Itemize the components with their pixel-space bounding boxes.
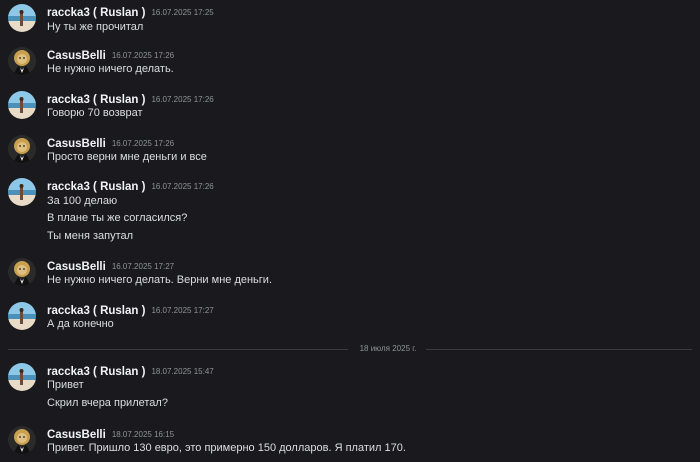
message-text: Говорю 70 возврат [47,107,143,119]
message-header: raccka3 ( Ruslan ) 16.07.2025 17:25 [47,4,214,20]
divider-rule [8,349,348,350]
message-timestamp: 16.07.2025 17:27 [111,262,175,271]
message-header: raccka3 ( Ruslan ) 16.07.2025 17:26 [47,178,214,194]
avatar-casusbelli[interactable] [8,426,36,454]
date-divider: 18 июля 2025 г. [0,344,700,353]
message-text: Ну ты же прочитал [47,21,144,33]
message-text: Привет. Пришло 130 евро, это примерно 15… [47,442,406,454]
message-text: Не нужно ничего делать. [47,63,174,75]
message-text: Просто верни мне деньги и все [47,151,207,163]
message-text: За 100 делаю [47,195,118,207]
avatar-raccka3[interactable] [8,4,36,32]
message-text: Ты меня запутал [47,230,134,242]
beach-photo-icon [8,4,36,32]
avatar-raccka3[interactable] [8,302,36,330]
message-timestamp: 18.07.2025 16:15 [111,430,175,439]
message-text: Не нужно ничего делать. Верни мне деньги… [47,274,272,286]
beach-photo-icon [8,302,36,330]
message-timestamp: 16.07.2025 17:26 [111,139,175,148]
lion-tuxedo-icon [8,135,36,163]
message-timestamp: 16.07.2025 17:26 [151,182,214,191]
beach-photo-icon [8,91,36,119]
author-name[interactable]: raccka3 ( Ruslan ) [47,181,145,193]
avatar-raccka3[interactable] [8,178,36,206]
message-timestamp: 16.07.2025 17:26 [111,51,175,60]
chat-log: raccka3 ( Ruslan ) 16.07.2025 17:25 Ну ты… [0,0,700,462]
avatar-raccka3[interactable] [8,363,36,391]
lion-tuxedo-icon [8,47,36,75]
message-text: А да конечно [47,318,114,330]
avatar-casusbelli[interactable] [8,47,36,75]
avatar-raccka3[interactable] [8,91,36,119]
message-timestamp: 16.07.2025 17:27 [151,306,214,315]
avatar-casusbelli[interactable] [8,258,36,286]
lion-tuxedo-icon [8,258,36,286]
message-text: Скрил вчера прилетал? [47,397,168,409]
message-text: Привет [47,379,84,391]
message-text: В плане ты же согласился? [47,212,188,224]
lion-tuxedo-icon [8,426,36,454]
divider-rule [426,349,692,350]
message-timestamp: 16.07.2025 17:25 [151,8,214,17]
author-name[interactable]: raccka3 ( Ruslan ) [47,7,145,19]
beach-photo-icon [8,178,36,206]
avatar-casusbelli[interactable] [8,135,36,163]
message-timestamp: 18.07.2025 15:47 [151,367,214,376]
beach-photo-icon [8,363,36,391]
message-timestamp: 16.07.2025 17:26 [151,95,214,104]
date-divider-label: 18 июля 2025 г. [359,344,417,353]
